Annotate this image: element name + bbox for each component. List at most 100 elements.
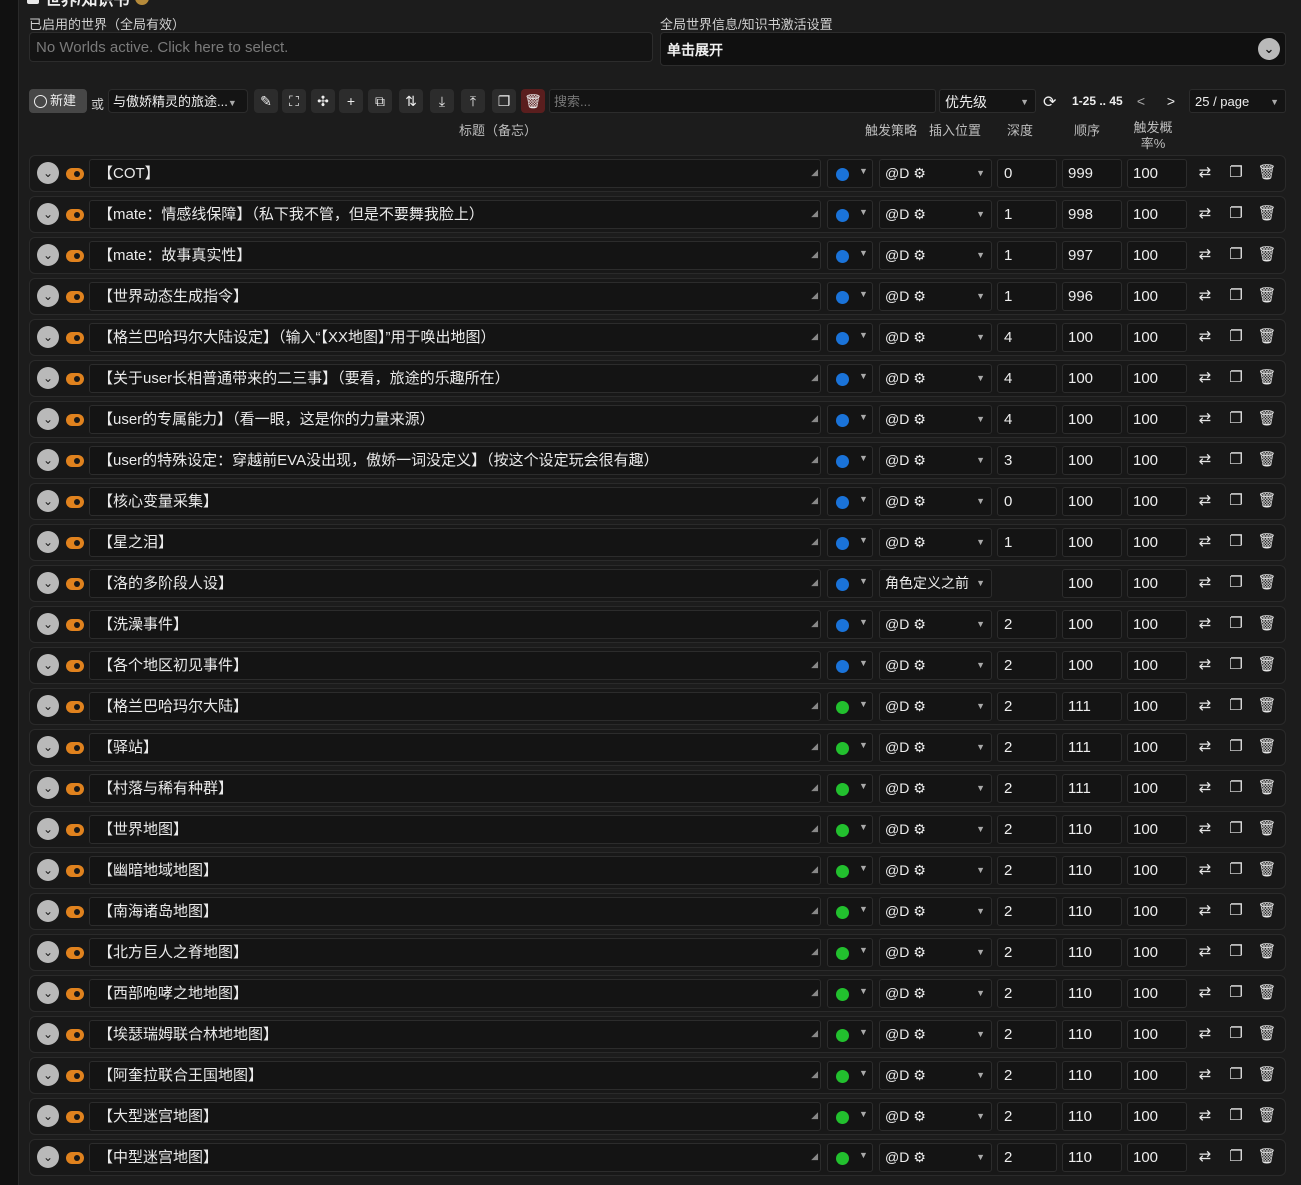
entry-title[interactable]: 【北方巨人之脊地图】 ◢ <box>89 938 821 967</box>
chevron-down-icon[interactable]: ⌄ <box>37 818 59 840</box>
move-entry-icon[interactable]: ⇄ <box>1193 202 1217 226</box>
position-select[interactable]: @D ⚙ ▼ <box>879 241 992 270</box>
move-entry-icon[interactable]: ⇄ <box>1193 694 1217 718</box>
entry-title[interactable]: 【南海诸岛地图】 ◢ <box>89 897 821 926</box>
entry-title[interactable]: 【洗澡事件】 ◢ <box>89 610 821 639</box>
move-entry-icon[interactable]: ⇄ <box>1193 161 1217 185</box>
depth-input[interactable]: 2 <box>997 938 1057 967</box>
chevron-down-icon[interactable]: ⌄ <box>37 490 59 512</box>
entry-title[interactable]: 【各个地区初见事件】 ◢ <box>89 651 821 680</box>
duplicate-entry-icon[interactable]: ❐ <box>1224 653 1248 677</box>
rename-icon[interactable]: ✎ <box>254 89 278 113</box>
position-select[interactable]: @D ⚙ ▼ <box>879 446 992 475</box>
sort-order-icon[interactable]: ⇅ <box>399 89 423 113</box>
copy-book-icon[interactable]: ❐ <box>492 89 516 113</box>
resize-handle-icon[interactable]: ◢ <box>811 488 818 514</box>
move-entry-icon[interactable]: ⇄ <box>1193 940 1217 964</box>
move-entry-icon[interactable]: ⇄ <box>1193 817 1217 841</box>
order-input[interactable]: 110 <box>1062 1061 1122 1090</box>
position-select[interactable]: @D ⚙ ▼ <box>879 282 992 311</box>
duplicate-entry-icon[interactable]: ❐ <box>1224 202 1248 226</box>
entry-title[interactable]: 【mate：故事真实性】 ◢ <box>89 241 821 270</box>
resize-handle-icon[interactable]: ◢ <box>811 365 818 391</box>
move-entry-icon[interactable]: ⇄ <box>1193 1145 1217 1169</box>
depth-input[interactable]: 2 <box>997 815 1057 844</box>
order-input[interactable]: 110 <box>1062 1102 1122 1131</box>
entry-toggle[interactable] <box>66 783 84 795</box>
probability-input[interactable]: 100 <box>1127 938 1187 967</box>
position-select[interactable]: @D ⚙ ▼ <box>879 405 992 434</box>
duplicate-entry-icon[interactable]: ❐ <box>1224 735 1248 759</box>
chevron-down-icon[interactable]: ⌄ <box>37 613 59 635</box>
move-entry-icon[interactable]: ⇄ <box>1193 776 1217 800</box>
position-select[interactable]: @D ⚙ ▼ <box>879 1020 992 1049</box>
delete-entry-icon[interactable]: 🗑 <box>1255 243 1279 267</box>
depth-input[interactable]: 0 <box>997 487 1057 516</box>
resize-handle-icon[interactable]: ◢ <box>811 529 818 555</box>
move-entry-icon[interactable]: ⇄ <box>1193 407 1217 431</box>
chevron-down-icon[interactable]: ⌄ <box>37 654 59 676</box>
chevron-down-icon[interactable]: ⌄ <box>37 695 59 717</box>
order-input[interactable]: 110 <box>1062 856 1122 885</box>
strategy-select[interactable]: ▼ <box>827 938 873 967</box>
position-select[interactable]: @D ⚙ ▼ <box>879 487 992 516</box>
depth-input[interactable]: 2 <box>997 979 1057 1008</box>
position-select[interactable]: @D ⚙ ▼ <box>879 610 992 639</box>
move-entry-icon[interactable]: ⇄ <box>1193 1104 1217 1128</box>
duplicate-entry-icon[interactable]: ❐ <box>1224 940 1248 964</box>
depth-input[interactable]: 2 <box>997 692 1057 721</box>
entry-toggle[interactable] <box>66 1029 84 1041</box>
entry-toggle[interactable] <box>66 988 84 1000</box>
chevron-down-icon[interactable]: ⌄ <box>37 162 59 184</box>
resize-handle-icon[interactable]: ◢ <box>811 611 818 637</box>
position-select[interactable]: @D ⚙ ▼ <box>879 200 992 229</box>
entry-title[interactable]: 【格兰巴哈玛尔大陆设定】（输入“【XX地图】”用于唤出地图） ◢ <box>89 323 821 352</box>
delete-entry-icon[interactable]: 🗑 <box>1255 161 1279 185</box>
entry-title[interactable]: 【COT】 ◢ <box>89 159 821 188</box>
strategy-select[interactable]: ▼ <box>827 1061 873 1090</box>
entry-toggle[interactable] <box>66 1070 84 1082</box>
chevron-down-icon[interactable]: ⌄ <box>37 1105 59 1127</box>
entry-toggle[interactable] <box>66 824 84 836</box>
next-page-button[interactable]: > <box>1159 89 1183 113</box>
entry-title[interactable]: 【中型迷宫地图】 ◢ <box>89 1143 821 1172</box>
depth-input[interactable]: 3 <box>997 446 1057 475</box>
order-input[interactable]: 100 <box>1062 651 1122 680</box>
entry-title[interactable]: 【核心变量采集】 ◢ <box>89 487 821 516</box>
delete-entry-icon[interactable]: 🗑 <box>1255 448 1279 472</box>
order-input[interactable]: 100 <box>1062 487 1122 516</box>
entry-toggle[interactable] <box>66 373 84 385</box>
collapse-all-icon[interactable]: ✣ <box>311 89 335 113</box>
strategy-select[interactable]: ▼ <box>827 446 873 475</box>
strategy-select[interactable]: ▼ <box>827 774 873 803</box>
probability-input[interactable]: 100 <box>1127 200 1187 229</box>
entry-toggle[interactable] <box>66 660 84 672</box>
entry-toggle[interactable] <box>66 537 84 549</box>
probability-input[interactable]: 100 <box>1127 405 1187 434</box>
entry-title[interactable]: 【mate：情感线保障】（私下我不管，但是不要舞我脸上） ◢ <box>89 200 821 229</box>
depth-input[interactable]: 2 <box>997 856 1057 885</box>
chevron-down-icon[interactable]: ⌄ <box>37 408 59 430</box>
duplicate-entry-icon[interactable]: ❐ <box>1224 407 1248 431</box>
entry-title[interactable]: 【阿奎拉联合王国地图】 ◢ <box>89 1061 821 1090</box>
position-select[interactable]: @D ⚙ ▼ <box>879 815 992 844</box>
entry-title[interactable]: 【洛的多阶段人设】 ◢ <box>89 569 821 598</box>
order-input[interactable]: 110 <box>1062 1020 1122 1049</box>
resize-handle-icon[interactable]: ◢ <box>811 201 818 227</box>
chevron-down-icon[interactable]: ⌄ <box>37 449 59 471</box>
duplicate-entry-icon[interactable]: ❐ <box>1224 161 1248 185</box>
order-input[interactable]: 100 <box>1062 446 1122 475</box>
refresh-icon[interactable]: ⟳ <box>1043 92 1056 112</box>
chevron-down-icon[interactable]: ⌄ <box>37 244 59 266</box>
entry-toggle[interactable] <box>66 1152 84 1164</box>
resize-handle-icon[interactable]: ◢ <box>811 406 818 432</box>
chevron-down-icon[interactable]: ⌄ <box>37 1064 59 1086</box>
probability-input[interactable]: 100 <box>1127 692 1187 721</box>
order-input[interactable]: 100 <box>1062 528 1122 557</box>
depth-input[interactable]: 2 <box>997 651 1057 680</box>
duplicate-entry-icon[interactable]: ❐ <box>1224 694 1248 718</box>
order-input[interactable]: 111 <box>1062 692 1122 721</box>
delete-entry-icon[interactable]: 🗑 <box>1255 202 1279 226</box>
entry-toggle[interactable] <box>66 291 84 303</box>
delete-entry-icon[interactable]: 🗑 <box>1255 489 1279 513</box>
